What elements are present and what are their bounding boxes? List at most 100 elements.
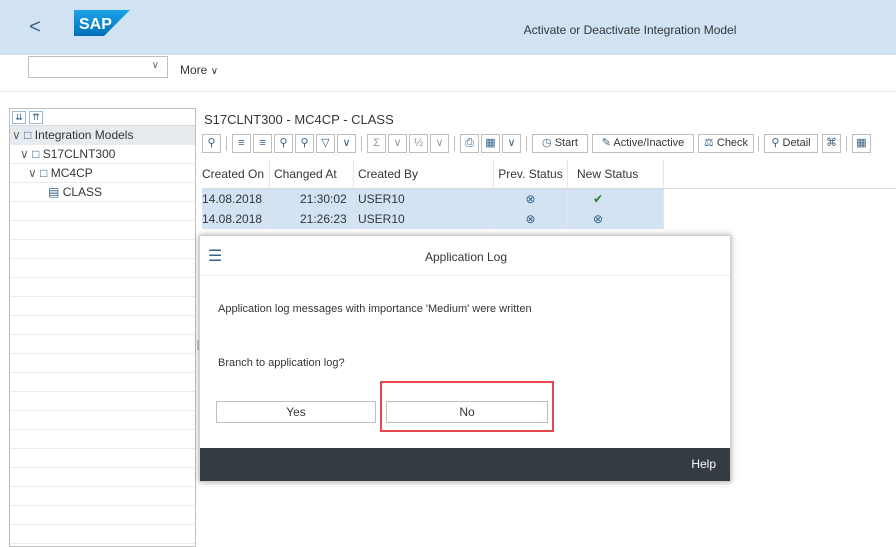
active-icon: ✔	[592, 192, 604, 206]
command-button[interactable]: ⌘	[822, 134, 841, 153]
dialog-header: ☰ Application Log	[200, 236, 730, 276]
cell-new-status: ✔	[568, 189, 664, 209]
grid-toolbar: ⚲ ≡ ≡ ⚲ ⚲ ▽ ∨ Σ ∨ ½ ∨ ⎙ ▦ ∨ ◷ Start ✎ Ac…	[202, 131, 896, 156]
more-label: More	[180, 63, 208, 77]
sum-button[interactable]: Σ	[367, 134, 386, 153]
tree-node-label: Integration Models	[34, 128, 134, 142]
column-header[interactable]: Changed At	[270, 160, 354, 188]
back-button[interactable]: <	[18, 12, 52, 42]
export-dropdown[interactable]: ∨	[502, 134, 521, 153]
align-icon: ≡	[238, 137, 245, 149]
detail-button[interactable]: ⚲ Detail	[764, 134, 818, 153]
tree-node-label: CLASS	[62, 185, 103, 199]
subtotal-button[interactable]: ½	[409, 134, 428, 153]
folder-icon: □	[40, 166, 48, 180]
chevron-down-icon: ∨	[28, 166, 37, 180]
variant-combobox[interactable]: ∨	[28, 56, 168, 78]
detail-label: Detail	[782, 137, 811, 149]
start-label: Start	[554, 137, 578, 149]
svg-text:SAP: SAP	[79, 16, 112, 33]
cell-prev-status: ⊗	[494, 209, 568, 229]
search-next-icon: ⚲	[300, 137, 309, 149]
app-title: Activate or Deactivate Integration Model	[523, 23, 737, 37]
help-button[interactable]: Help	[691, 457, 716, 471]
more-menu[interactable]: More ∨	[180, 63, 218, 77]
document-icon: ▤	[48, 185, 60, 199]
sap-logo: SAP	[74, 10, 130, 36]
cell-created-by: USER10	[354, 209, 494, 229]
application-log-dialog: ☰ Application Log Application log messag…	[199, 235, 731, 482]
table-header: Created On Changed At Created By Prev. S…	[202, 160, 896, 189]
dialog-title: Application Log	[424, 250, 508, 264]
table-row[interactable]: 14.08.2018 21:26:23 USER10 ⊗ ⊗	[202, 209, 896, 229]
cell-created-on: 14.08.2018	[202, 189, 270, 209]
chevron-down-icon: ∨	[393, 137, 402, 149]
find-next-button[interactable]: ⚲	[295, 134, 314, 153]
sort-asc-button[interactable]: ≡	[232, 134, 251, 153]
inactive-icon: ⊗	[592, 212, 604, 226]
sort-desc-button[interactable]: ≡	[253, 134, 272, 153]
export-icon: ▦	[485, 137, 496, 149]
check-button[interactable]: ⚖ Check	[698, 134, 754, 153]
expand-all-button[interactable]: ⇈	[29, 111, 43, 124]
shell-header: < SAP Activate or Deactivate Integration…	[0, 0, 896, 55]
tree-node-label: S17CLNT300	[42, 147, 116, 161]
search-icon: ⚲	[279, 137, 288, 149]
sum-dropdown[interactable]: ∨	[388, 134, 407, 153]
chevron-down-icon: ∨	[342, 137, 351, 149]
command-icon: ⌘	[826, 137, 837, 149]
table-row[interactable]: 14.08.2018 21:30:02 USER10 ⊗ ✔	[202, 189, 896, 209]
collapse-all-button[interactable]: ⇊	[12, 111, 26, 124]
tree-node-mc4cp[interactable]: ∨ □ MC4CP	[10, 164, 195, 183]
zoom-icon: ⚲	[771, 137, 780, 149]
filter-button[interactable]: ▽	[316, 134, 335, 153]
inactive-icon: ⊗	[525, 212, 536, 226]
chevron-down-icon: ∨	[435, 137, 444, 149]
dialog-footer: Help	[200, 448, 730, 481]
chevron-down-icon: ∨	[507, 137, 516, 149]
zoom-button[interactable]: ⚲	[202, 134, 221, 153]
column-header[interactable]: Created On	[202, 160, 270, 188]
column-header[interactable]: New Status	[568, 160, 664, 188]
check-label: Check	[716, 137, 749, 149]
back-icon: <	[29, 15, 41, 38]
print-button[interactable]: ⎙	[460, 134, 479, 153]
chevron-down-icon: ∨	[151, 60, 159, 71]
sum-icon: Σ	[373, 137, 380, 149]
cell-changed-at: 21:30:02	[270, 189, 354, 209]
calculator-button[interactable]: ▦	[852, 134, 871, 153]
chevron-down-icon: ∨	[20, 147, 29, 161]
yes-button[interactable]: Yes	[216, 401, 376, 423]
dialog-message: Application log messages with importance…	[218, 303, 532, 315]
scale-icon: ⚖	[703, 137, 714, 149]
subtotal-icon: ½	[413, 137, 424, 149]
subtotal-dropdown[interactable]: ∨	[430, 134, 449, 153]
align-icon: ≡	[259, 137, 266, 149]
folder-icon: □	[32, 147, 40, 161]
find-button[interactable]: ⚲	[274, 134, 293, 153]
tree-node-class[interactable]: ▤ CLASS	[10, 183, 195, 202]
clock-icon: ◷	[542, 137, 552, 149]
chevron-down-icon: ∨	[210, 66, 219, 77]
column-header[interactable]: Created By	[354, 160, 494, 188]
export-button[interactable]: ▦	[481, 134, 500, 153]
calculator-icon: ▦	[856, 137, 867, 149]
tree-node-s17clnt300[interactable]: ∨ □ S17CLNT300	[10, 145, 195, 164]
tree-node-integration-models[interactable]: ∨ □ Integration Models	[10, 126, 195, 145]
cell-created-by: USER10	[354, 189, 494, 209]
filter-icon: ▽	[321, 137, 330, 149]
chevron-down-icon: ∨	[12, 128, 21, 142]
no-button[interactable]: No	[386, 401, 548, 423]
column-header[interactable]: Prev. Status	[494, 160, 568, 188]
filter-dropdown[interactable]: ∨	[337, 134, 356, 153]
inactive-icon: ⊗	[525, 192, 536, 206]
cell-new-status: ⊗	[568, 209, 664, 229]
page-title: S17CLNT300 - MC4CP - CLASS	[204, 112, 394, 127]
cell-changed-at: 21:26:23	[270, 209, 354, 229]
active-inactive-button[interactable]: ✎ Active/Inactive	[592, 134, 694, 153]
edit-icon: ✎	[601, 137, 611, 149]
start-button[interactable]: ◷ Start	[532, 134, 588, 153]
dialog-question: Branch to application log?	[218, 357, 345, 369]
result-table: Created On Changed At Created By Prev. S…	[202, 160, 896, 229]
double-chevron-up-icon: ⇈	[32, 112, 40, 122]
